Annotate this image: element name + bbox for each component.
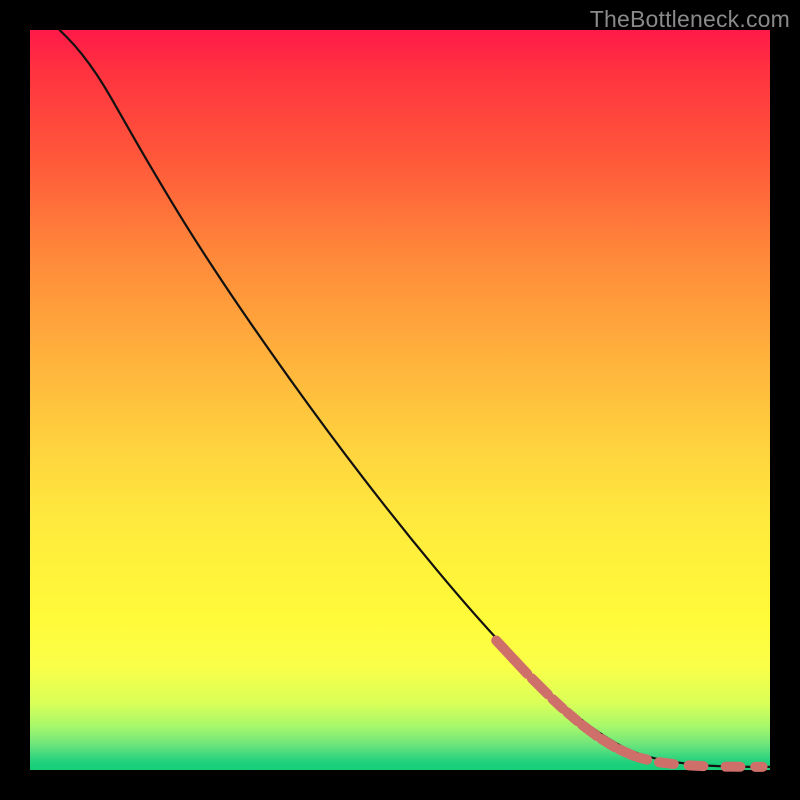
dash-segment <box>532 678 548 694</box>
dash-segment <box>552 699 562 709</box>
chart-svg <box>30 30 770 770</box>
dash-segment <box>601 739 614 747</box>
watermark-text: TheBottleneck.com <box>590 6 790 33</box>
chart-plot-area <box>30 30 770 770</box>
dash-segment <box>619 749 634 756</box>
dash-segment <box>689 765 704 766</box>
dash-segment <box>638 757 647 759</box>
dash-segment <box>582 725 597 736</box>
chart-dashed-overlay <box>496 641 762 767</box>
chart-curve <box>60 30 770 767</box>
dash-segment <box>659 762 674 764</box>
dash-segment <box>496 641 527 674</box>
dash-segment <box>567 712 577 721</box>
